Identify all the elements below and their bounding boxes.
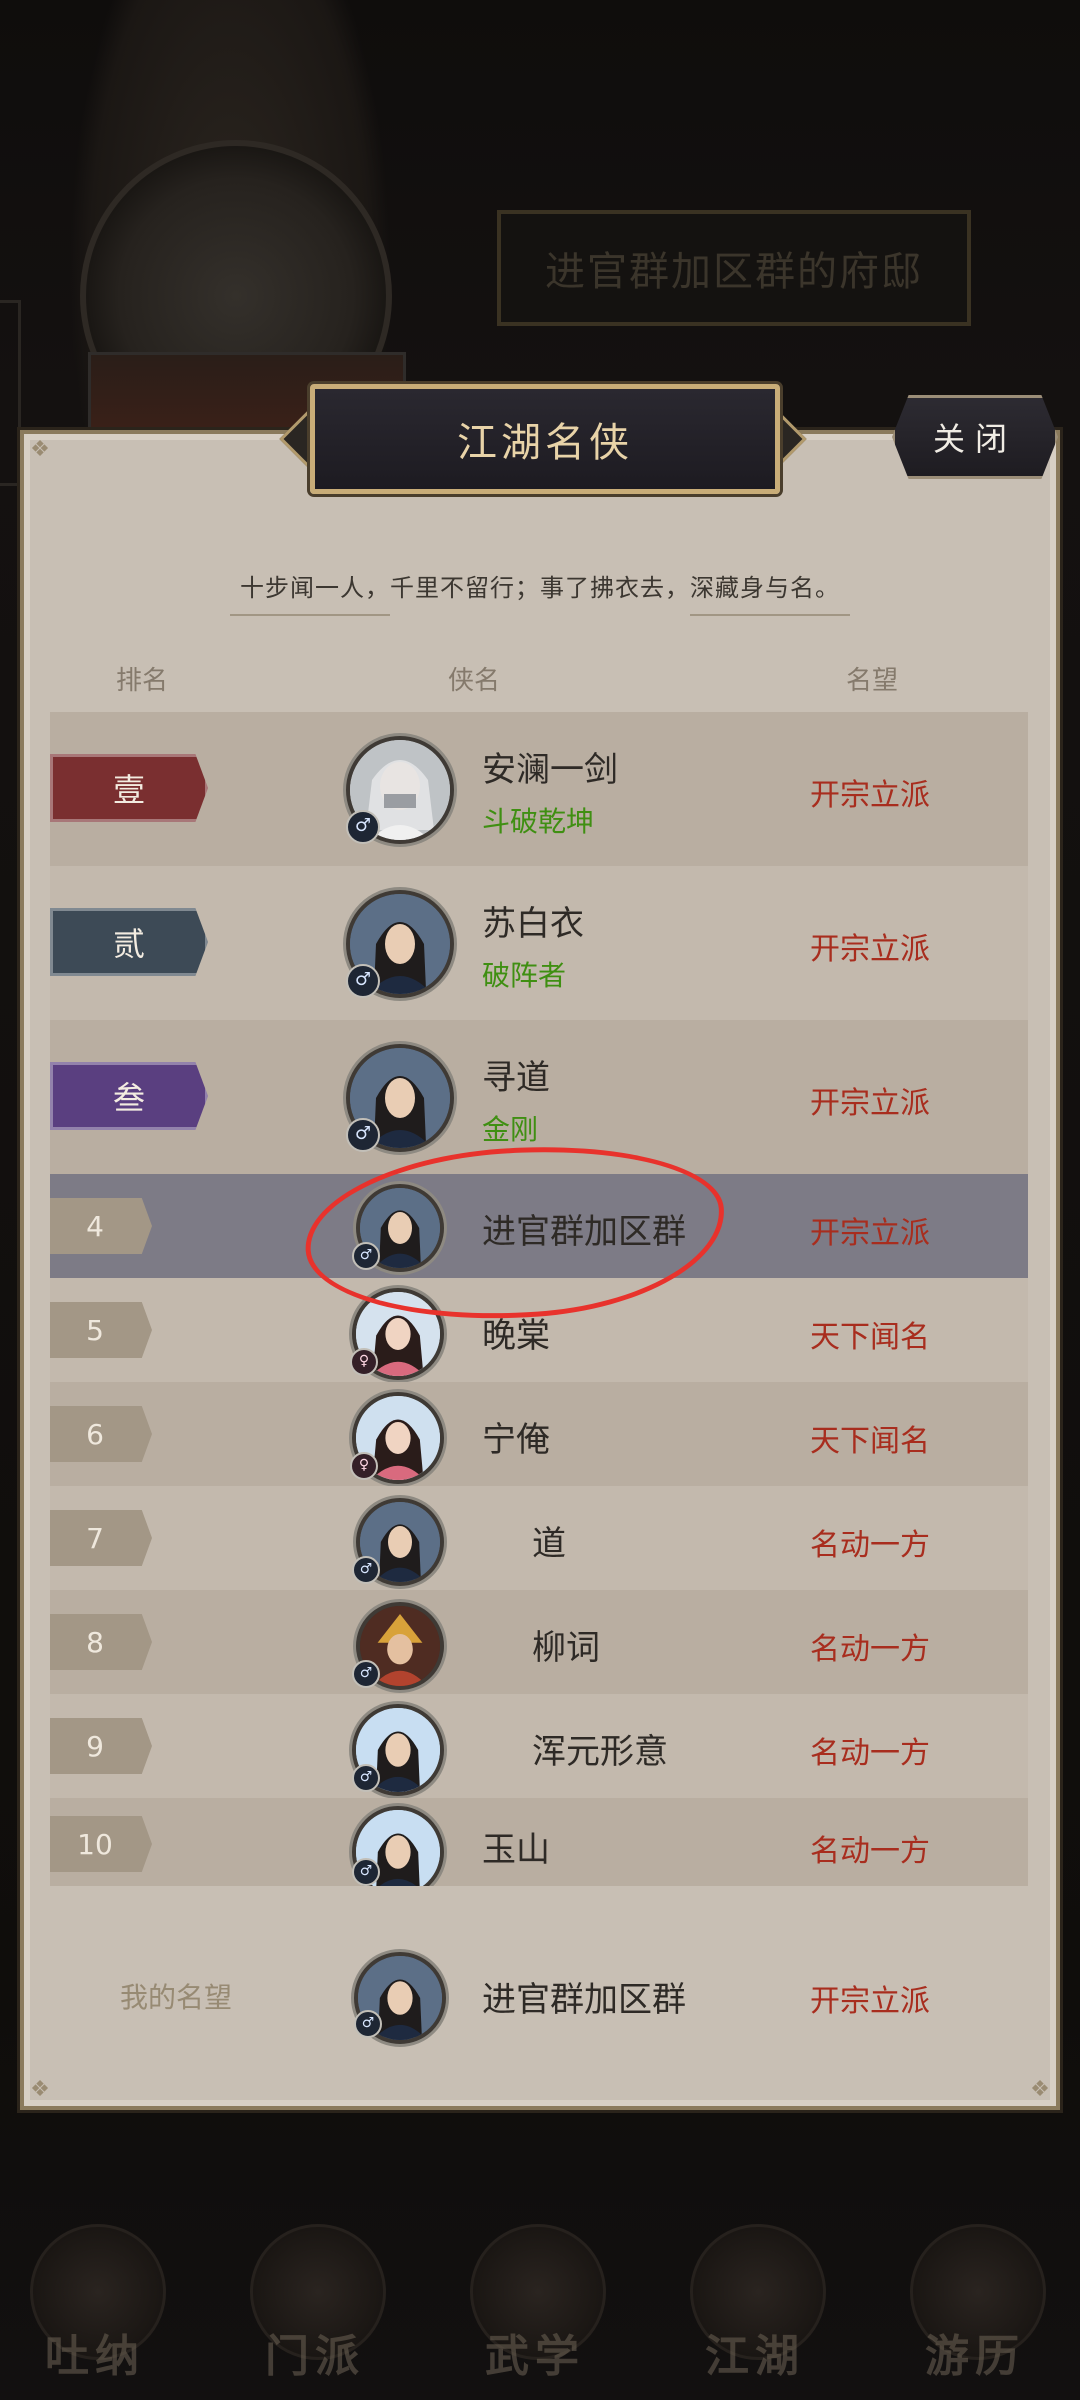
hero-name: 苏白衣 <box>482 904 584 944</box>
hero-fame: 开宗立派 <box>810 932 930 967</box>
hero-title: 斗破乾坤 <box>482 805 595 838</box>
male-icon: ♂ <box>346 964 380 998</box>
male-icon: ♂ <box>346 810 380 844</box>
ranking-row-10[interactable]: 10 ♂ 玉山 名动一方 <box>50 1798 1028 1886</box>
nav-jianghu-label: 江湖 <box>705 2331 805 2382</box>
female-icon: ♀ <box>350 1452 378 1480</box>
my-fame-value: 开宗立派 <box>810 1984 930 2019</box>
male-icon: ♂ <box>352 1556 380 1584</box>
ranking-row-9[interactable]: 9 ♂ 浑元形意 名动一方 <box>50 1694 1028 1798</box>
motto-divider-right <box>690 614 850 624</box>
nav-martial-label: 武学 <box>485 2331 585 2382</box>
rank-badge: 叁 <box>50 1062 208 1130</box>
corner-ornament-icon: ❖ <box>30 2077 50 2102</box>
hero-fame: 开宗立派 <box>810 778 930 813</box>
female-icon: ♀ <box>350 1348 378 1376</box>
header-fame: 名望 <box>846 666 899 696</box>
hero-fame: 天下闻名 <box>810 1320 930 1355</box>
hero-title: 破阵者 <box>482 959 567 992</box>
nav-tuna-label: 吐纳 <box>45 2331 145 2382</box>
nav-travel-label: 游历 <box>925 2331 1025 2382</box>
my-name: 进官群加区群 <box>482 1980 686 2020</box>
ranking-row-1[interactable]: 壹 ♂ 安澜一剑 斗破乾坤 开宗立派 <box>50 712 1028 866</box>
corner-ornament-icon: ❖ <box>1030 2077 1050 2102</box>
nav-jianghu[interactable]: 江湖 <box>680 2214 830 2384</box>
rank-badge: 8 <box>50 1614 152 1670</box>
hero-fame: 名动一方 <box>810 1528 930 1563</box>
header-name: 侠名 <box>448 666 501 696</box>
rank-badge: 10 <box>50 1816 152 1872</box>
nav-martial[interactable]: 武学 <box>460 2214 610 2384</box>
hero-fame: 开宗立派 <box>810 1216 930 1251</box>
hero-fame: 天下闻名 <box>810 1424 930 1459</box>
rank-badge: 贰 <box>50 908 208 976</box>
hero-name: 浑元形意 <box>532 1732 668 1772</box>
male-icon: ♂ <box>352 1764 380 1792</box>
male-icon: ♂ <box>352 1858 380 1886</box>
background-mansion-title: 进官群加区群的府邸 <box>497 210 971 326</box>
rank-badge: 9 <box>50 1718 152 1774</box>
ranking-row-2[interactable]: 贰 ♂ 苏白衣 破阵者 开宗立派 <box>50 866 1028 1020</box>
ranking-row-7[interactable]: 7 ♂ 道 名动一方 <box>50 1486 1028 1590</box>
hero-fame: 开宗立派 <box>810 1086 930 1121</box>
nav-sect[interactable]: 门派 <box>240 2214 390 2384</box>
nav-travel[interactable]: 游历 <box>900 2214 1050 2384</box>
hero-fame: 名动一方 <box>810 1632 930 1667</box>
background-side-tab <box>0 300 21 486</box>
motto-text: 十步闻一人，千里不留行；事了拂衣去，深藏身与名。 <box>240 574 840 602</box>
hero-fame: 名动一方 <box>810 1736 930 1771</box>
male-icon: ♂ <box>346 1118 380 1152</box>
panel-title: 江湖名侠 <box>310 384 780 494</box>
hero-name: 道 <box>532 1524 566 1564</box>
corner-ornament-icon: ❖ <box>30 437 50 462</box>
rank-badge: 7 <box>50 1510 152 1566</box>
close-button[interactable]: 关闭 <box>892 395 1058 479</box>
rank-badge: 6 <box>50 1406 152 1462</box>
hero-name: 安澜一剑 <box>482 750 618 790</box>
hero-title: 金刚 <box>482 1113 539 1146</box>
hero-name: 寻道 <box>482 1058 550 1098</box>
hero-name: 玉山 <box>482 1830 550 1870</box>
motto-divider-left <box>230 614 390 624</box>
hero-name: 柳词 <box>532 1628 600 1668</box>
bottom-nav: 吐纳 门派 武学 江湖 游历 <box>0 2200 1080 2400</box>
ranking-row-8[interactable]: 8 ♂ 柳词 名动一方 <box>50 1590 1028 1694</box>
ranking-row-6[interactable]: 6 ♀ 宁俺 天下闻名 <box>50 1382 1028 1486</box>
male-icon: ♂ <box>352 1660 380 1688</box>
nav-sect-label: 门派 <box>265 2331 365 2382</box>
rank-badge: 壹 <box>50 754 208 822</box>
rank-badge: 4 <box>50 1198 152 1254</box>
my-fame-label: 我的名望 <box>120 1981 233 2014</box>
hero-fame: 名动一方 <box>810 1834 930 1869</box>
header-rank: 排名 <box>116 666 169 696</box>
hero-name: 宁俺 <box>482 1420 550 1460</box>
nav-tuna[interactable]: 吐纳 <box>20 2214 170 2384</box>
rank-badge: 5 <box>50 1302 152 1358</box>
male-icon: ♂ <box>354 2010 382 2038</box>
